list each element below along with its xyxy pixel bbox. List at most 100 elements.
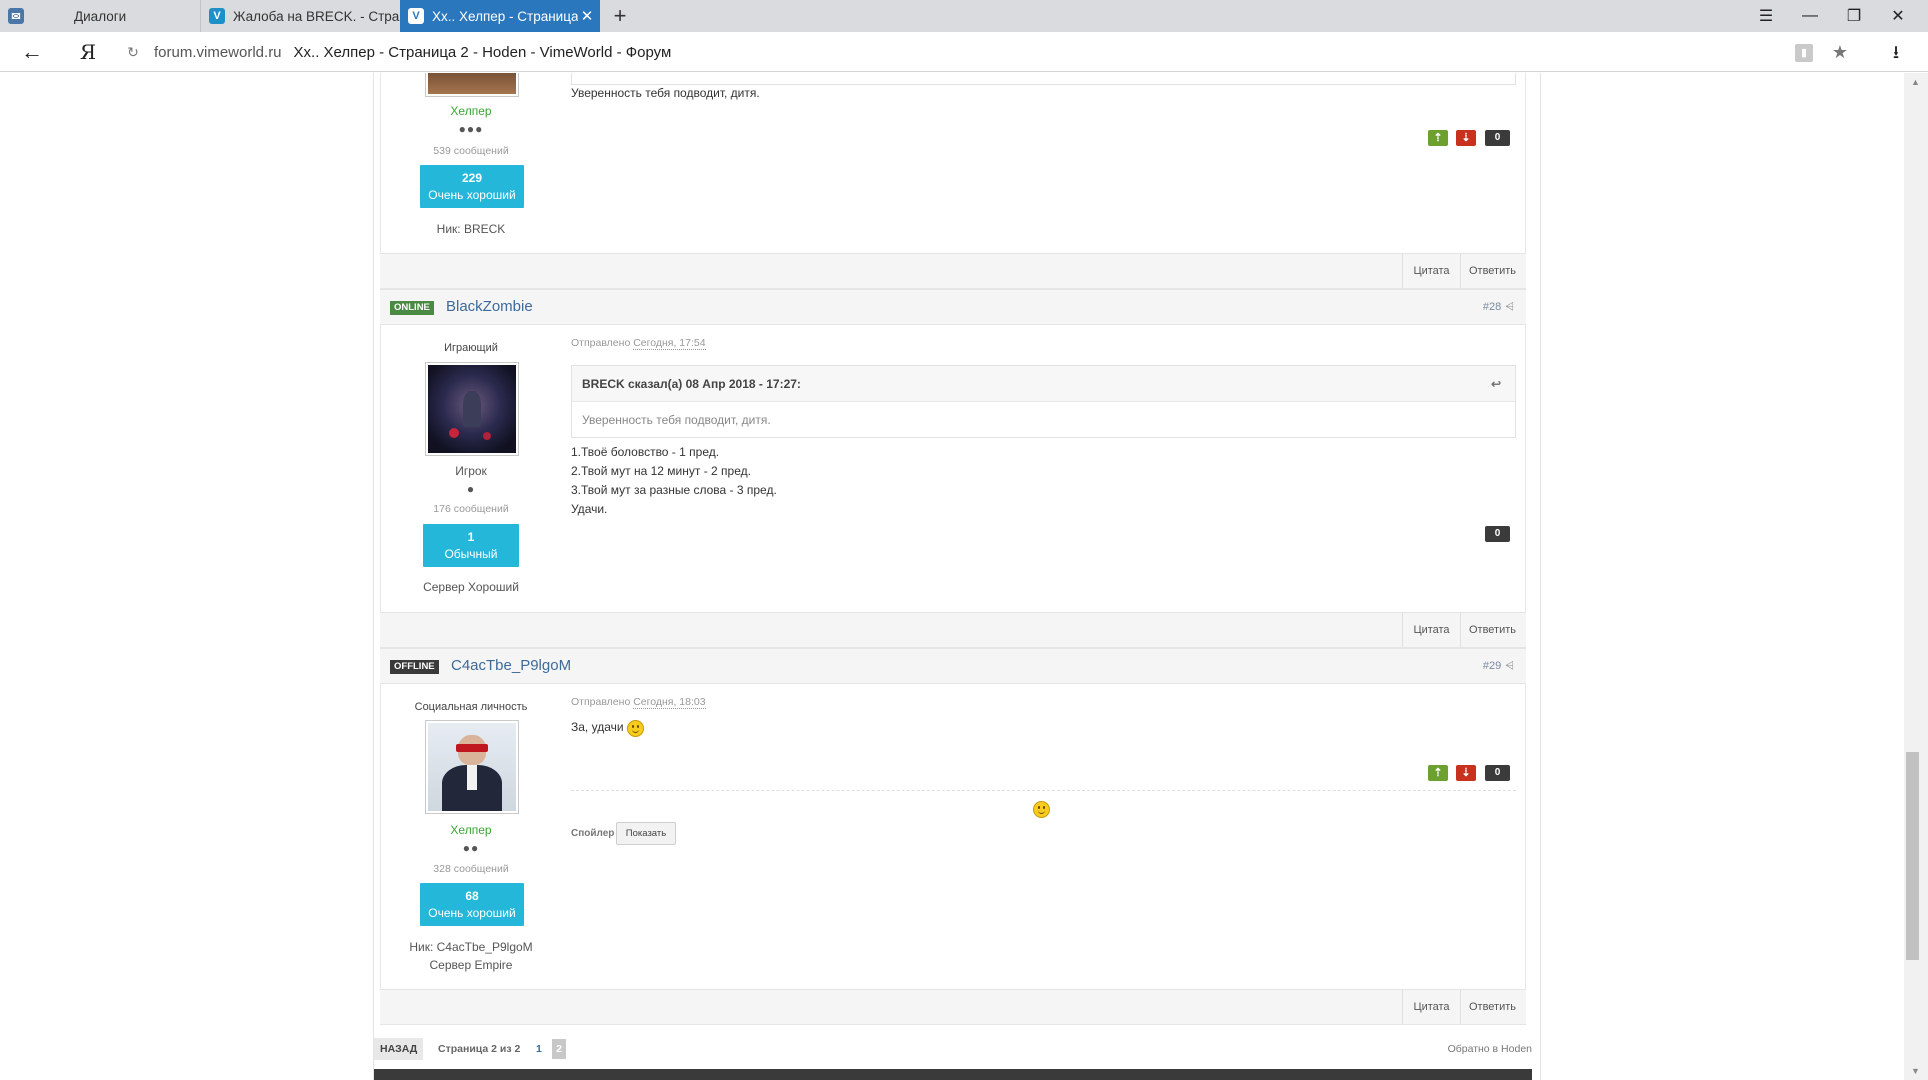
posted-prefix: Отправлено	[571, 337, 631, 349]
new-tab-button[interactable]: +	[606, 2, 634, 30]
back-arrow-icon[interactable]: ←	[18, 38, 46, 66]
reply-button[interactable]: Ответить	[1460, 990, 1524, 1024]
post-line: 3.Твой мут за разные слова - 3 пред.	[571, 483, 777, 497]
reputation-badge[interactable]: 1 Обычный	[423, 524, 519, 567]
user-title: Социальная личность	[414, 701, 528, 713]
close-tab-icon[interactable]: ✕	[578, 7, 596, 25]
spoiler-show-button[interactable]: Показать	[616, 822, 676, 845]
menu-icon[interactable]: ☰	[1744, 0, 1788, 32]
pager-info: Страница 2 из 2	[438, 1043, 521, 1055]
quote-button[interactable]: Цитата	[1402, 990, 1460, 1024]
protect-icon[interactable]: ▮	[1795, 44, 1813, 62]
share-icon: ⩤	[1505, 301, 1514, 313]
minimize-icon[interactable]: —	[1788, 0, 1832, 32]
vk-messages-icon: ✉	[8, 8, 24, 24]
signature-divider	[571, 790, 1516, 791]
post-number-link[interactable]: #28 ⩤	[1483, 301, 1514, 314]
post-line: 2.Твой мут на 12 минут - 2 пред.	[571, 464, 751, 478]
tab-label: Жалоба на BRECK. - Страница	[233, 8, 400, 24]
scroll-up-arrow-icon[interactable]: ▲	[1911, 77, 1920, 87]
rank-pips: ●	[466, 482, 476, 496]
vimeworld-icon: V	[408, 8, 424, 24]
upvote-icon[interactable]: ⇡	[1428, 765, 1448, 781]
avatar[interactable]	[425, 73, 519, 97]
vote-score: 0	[1485, 526, 1510, 542]
message-count: 328 сообщений	[433, 863, 509, 875]
rank-pips: ●●●	[458, 122, 484, 136]
post-footer: Цитата Ответить	[380, 253, 1526, 289]
user-nick: Ник: C4acTbe_P9lgoM	[409, 940, 533, 954]
rep-value: 68	[465, 889, 479, 903]
rep-label: Обычный	[444, 547, 498, 561]
posted-prefix: Отправлено	[571, 696, 631, 708]
online-badge: ONLINE	[390, 301, 434, 315]
cool-emoticon-icon	[1033, 801, 1050, 818]
post-footer: Цитата Ответить	[380, 989, 1526, 1025]
reply-button[interactable]: Ответить	[1460, 613, 1524, 647]
bookmark-star-icon[interactable]: ★	[1828, 40, 1852, 64]
quote-button[interactable]: Цитата	[1402, 254, 1460, 288]
user-server: Сервер Хороший	[423, 580, 519, 594]
tab-label: Хх.. Хелпер - Страница 2	[432, 8, 578, 24]
post-number: #29	[1482, 660, 1502, 672]
avatar[interactable]	[425, 720, 519, 814]
post-header: ONLINE BlackZombie #28 ⩤	[380, 289, 1526, 325]
tab-helper-active[interactable]: V Хх.. Хелпер - Страница 2 ✕	[400, 0, 600, 32]
rank-pips: ●●	[462, 841, 480, 855]
post-number-link[interactable]: #29 ⩤	[1483, 660, 1514, 673]
reputation-badge[interactable]: 229 Очень хороший	[420, 165, 524, 208]
post-author-link[interactable]: C4acTbe_P9lgoM	[451, 657, 571, 674]
rep-label: Очень хороший	[428, 188, 516, 202]
bottom-bar	[374, 1069, 1532, 1080]
download-icon[interactable]: ⭳	[1884, 40, 1908, 64]
user-group: Хелпер	[450, 104, 492, 118]
url-field[interactable]: ↻ forum.vimeworld.ru Хх.. Хелпер - Стран…	[120, 36, 1840, 68]
posted-datetime: Сегодня, 17:54	[633, 337, 706, 350]
post-line: Удачи.	[571, 502, 608, 516]
share-icon: ⩤	[1505, 660, 1514, 672]
reply-button[interactable]: Ответить	[1460, 254, 1524, 288]
tab-label: Диалоги	[74, 8, 127, 24]
rep-value: 1	[467, 530, 475, 544]
posted-datetime: Сегодня, 18:03	[633, 696, 706, 709]
post-text: Уверенность тебя подводит, дитя.	[571, 86, 760, 100]
rep-label: Очень хороший	[428, 906, 516, 920]
scroll-down-arrow-icon[interactable]: ▼	[1911, 1066, 1920, 1076]
scrollbar-thumb[interactable]	[1906, 752, 1919, 960]
tab-complaint[interactable]: V Жалоба на BRECK. - Страница	[200, 0, 400, 32]
url-domain: forum.vimeworld.ru	[154, 43, 282, 61]
jump-to-quote-icon[interactable]: ↩	[1491, 366, 1501, 402]
quote-header: BRECK сказал(а) 08 Апр 2018 - 17:27: ↩	[572, 366, 1515, 402]
upvote-icon[interactable]: ⇡	[1428, 130, 1448, 146]
avatar[interactable]	[425, 362, 519, 456]
tab-dialogs[interactable]: ✉ Диалоги	[0, 0, 200, 32]
close-window-icon[interactable]: ✕	[1876, 0, 1920, 32]
url-page-title: Хх.. Хелпер - Страница 2 - Hoden - VimeW…	[293, 43, 672, 61]
post-line: 1.Твоё боловство - 1 пред.	[571, 445, 720, 459]
yandex-logo[interactable]: Я	[76, 38, 100, 66]
user-group: Хелпер	[450, 823, 492, 837]
tab-strip: ✉ Диалоги V Жалоба на BRECK. - Страница …	[0, 0, 1928, 32]
user-group: Игрок	[455, 464, 487, 478]
post-text: За, удачи	[571, 720, 624, 734]
vote-score: 0	[1485, 765, 1510, 781]
user-server: Сервер Empire	[429, 958, 513, 972]
reload-icon[interactable]: ↻	[120, 44, 146, 61]
offline-badge: OFFLINE	[390, 660, 439, 674]
pagination: НАЗАД Страница 2 из 2 1 2 Обратно в Hode…	[374, 1038, 1532, 1060]
back-to-forum-link[interactable]: Обратно в Hoden	[1448, 1038, 1532, 1060]
restore-icon[interactable]: ❐	[1832, 0, 1876, 32]
downvote-icon[interactable]: ⇣	[1456, 765, 1476, 781]
reputation-badge[interactable]: 68 Очень хороший	[420, 883, 524, 926]
downvote-icon[interactable]: ⇣	[1456, 130, 1476, 146]
quote-button[interactable]: Цитата	[1402, 613, 1460, 647]
post-date: Отправлено Сегодня, 18:03	[571, 696, 706, 709]
post-author-link[interactable]: BlackZombie	[446, 298, 533, 315]
post-footer: Цитата Ответить	[380, 612, 1526, 648]
pager-back-button[interactable]: НАЗАД	[374, 1038, 424, 1060]
posts-column	[380, 73, 1526, 1023]
page-1-link[interactable]: 1	[536, 1038, 542, 1060]
vimeworld-icon: V	[209, 8, 225, 24]
user-nick: Ник: BRECK	[436, 222, 506, 236]
page-2-current: 2	[552, 1039, 566, 1059]
